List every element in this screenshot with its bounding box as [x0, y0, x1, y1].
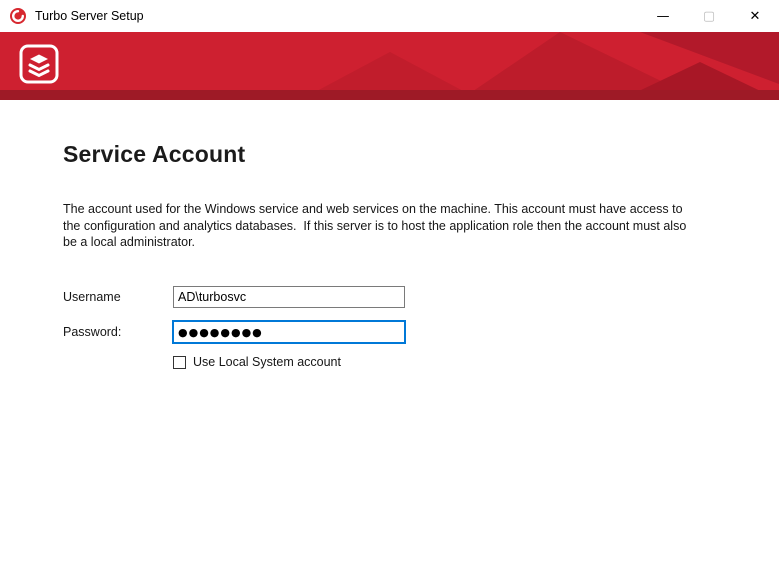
page-description: The account used for the Windows service… [63, 201, 688, 251]
banner-bottom-stripe [0, 90, 779, 100]
maximize-button: ▢ [686, 1, 732, 31]
close-button[interactable]: ✕ [732, 1, 778, 31]
header-banner [0, 32, 779, 100]
password-label: Password: [63, 325, 121, 339]
setup-window: Turbo Server Setup — ▢ ✕ Service Account… [0, 0, 779, 584]
page-title: Service Account [63, 141, 245, 168]
local-system-checkbox[interactable] [173, 356, 186, 369]
minimize-button[interactable]: — [640, 1, 686, 31]
username-input[interactable] [173, 286, 405, 308]
app-icon [9, 7, 27, 25]
password-input[interactable] [173, 321, 405, 343]
title-bar: Turbo Server Setup — ▢ ✕ [0, 0, 779, 32]
local-system-checkbox-row[interactable]: Use Local System account [173, 355, 341, 369]
content-area: Service Account The account used for the… [0, 100, 779, 584]
local-system-checkbox-label: Use Local System account [193, 355, 341, 369]
window-title: Turbo Server Setup [35, 9, 144, 23]
turbo-logo-icon [18, 43, 60, 85]
username-label: Username [63, 290, 121, 304]
